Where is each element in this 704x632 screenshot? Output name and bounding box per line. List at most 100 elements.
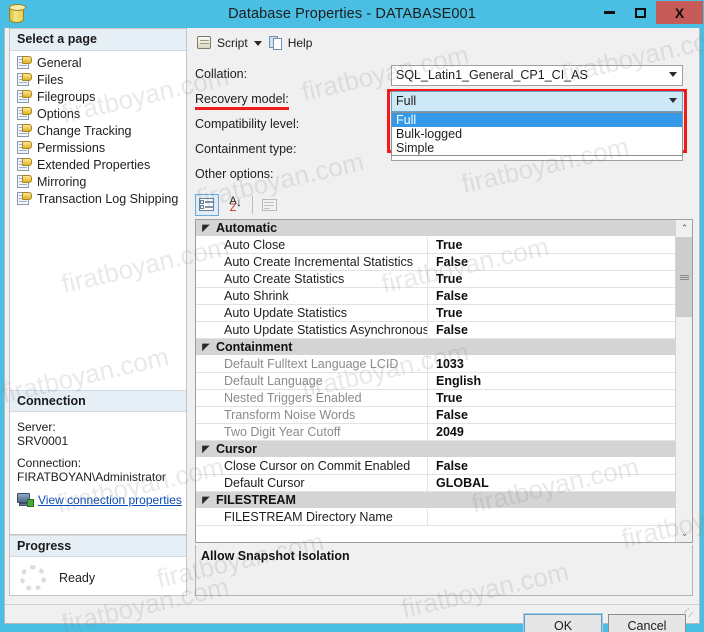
alphabetical-sort-button[interactable]: A Z ↓ (221, 194, 245, 216)
property-name: Transform Noise Words (223, 407, 428, 423)
table-row[interactable]: Auto Update Statistics Asynchronously Fa… (196, 322, 675, 339)
collapse-icon[interactable]: ◤ (196, 444, 216, 455)
collapse-icon[interactable]: ◤ (196, 223, 216, 234)
property-value[interactable]: True (428, 271, 675, 287)
property-name: FILESTREAM Directory Name (223, 509, 428, 525)
recovery-model-dropdown-list[interactable]: Full Bulk-logged Simple (391, 112, 683, 156)
description-panel: Allow Snapshot Isolation (195, 545, 693, 596)
scrollbar-thumb[interactable] (676, 237, 692, 317)
property-value[interactable]: 2049 (428, 424, 675, 440)
table-row[interactable]: Auto Close True (196, 237, 675, 254)
grid-group-label: Cursor (216, 442, 257, 456)
table-row[interactable]: Nested Triggers Enabled True (196, 390, 675, 407)
table-row[interactable]: Auto Update Statistics True (196, 305, 675, 322)
collapse-icon[interactable]: ◤ (196, 495, 216, 506)
table-row[interactable]: Auto Create Statistics True (196, 271, 675, 288)
other-options-label: Other options: (195, 167, 274, 181)
table-row[interactable]: Two Digit Year Cutoff 2049 (196, 424, 675, 441)
grid-group-cursor[interactable]: ◤ Cursor (196, 441, 675, 458)
property-value[interactable]: False (428, 254, 675, 270)
sidebar-item-label: Options (37, 106, 81, 121)
table-row[interactable]: Auto Shrink False (196, 288, 675, 305)
collation-value: SQL_Latin1_General_CP1_CI_AS (396, 68, 588, 82)
page-icon (17, 73, 32, 86)
property-value[interactable]: True (428, 237, 675, 253)
containment-type-label: Containment type: (195, 142, 297, 156)
table-row[interactable]: Auto Create Incremental Statistics False (196, 254, 675, 271)
script-button[interactable]: Script (196, 35, 248, 51)
property-value[interactable]: False (428, 288, 675, 304)
page-icon (17, 56, 32, 69)
grid-group-containment[interactable]: ◤ Containment (196, 339, 675, 356)
sidebar-item-general[interactable]: General (17, 54, 186, 71)
maximize-button[interactable] (625, 1, 656, 24)
property-name: Default Language (223, 373, 428, 389)
sidebar-item-permissions[interactable]: Permissions (17, 139, 186, 156)
scrollbar-grip-icon (680, 274, 689, 280)
resize-grip[interactable] (684, 608, 696, 620)
table-row[interactable]: FILESTREAM Directory Name (196, 509, 675, 526)
cancel-button[interactable]: Cancel (608, 614, 686, 632)
sidebar-item-transaction-log-shipping[interactable]: Transaction Log Shipping (17, 190, 186, 207)
close-button[interactable]: X (656, 1, 703, 24)
computer-icon (17, 493, 34, 507)
property-name: Auto Shrink (223, 288, 428, 304)
table-row[interactable]: Close Cursor on Commit Enabled False (196, 458, 675, 475)
property-grid-scrollbar[interactable]: ⌃ ⌄ (675, 220, 692, 542)
recovery-model-combo[interactable]: Full (391, 91, 683, 112)
dropdown-option-bulk-logged[interactable]: Bulk-logged (392, 127, 682, 141)
view-connection-properties-row[interactable]: View connection properties (17, 493, 186, 507)
progress-status: Ready (59, 571, 96, 585)
page-icon (17, 158, 32, 171)
categorized-view-button[interactable] (195, 194, 219, 216)
dropdown-option-simple[interactable]: Simple (392, 141, 682, 155)
table-row[interactable]: Transform Noise Words False (196, 407, 675, 424)
table-row[interactable]: Default Cursor GLOBAL (196, 475, 675, 492)
property-value[interactable]: False (428, 458, 675, 474)
property-grid-toolbar: A Z ↓ (195, 192, 693, 218)
scroll-up-button[interactable]: ⌃ (676, 220, 692, 237)
property-value[interactable] (428, 509, 675, 525)
help-button[interactable]: Help (268, 35, 312, 51)
property-name: Default Fulltext Language LCID (223, 356, 428, 372)
grid-group-label: FILESTREAM (216, 493, 296, 507)
sidebar-item-change-tracking[interactable]: Change Tracking (17, 122, 186, 139)
chevron-down-icon (669, 98, 677, 103)
grid-group-filestream[interactable]: ◤ FILESTREAM (196, 492, 675, 509)
property-value[interactable]: True (428, 390, 675, 406)
property-value[interactable]: False (428, 407, 675, 423)
sidebar-item-filegroups[interactable]: Filegroups (17, 88, 186, 105)
script-dropdown-icon[interactable] (253, 40, 262, 46)
collation-label: Collation: (195, 67, 248, 81)
scroll-down-button[interactable]: ⌄ (676, 525, 692, 542)
ok-button[interactable]: OK (523, 613, 603, 632)
view-connection-properties-link[interactable]: View connection properties (38, 493, 182, 507)
property-value[interactable]: False (428, 322, 675, 338)
script-icon (196, 35, 214, 51)
table-row[interactable]: Default Language English (196, 373, 675, 390)
property-value[interactable]: True (428, 305, 675, 321)
connection-body: Server: SRV0001 Connection: FIRATBOYAN\A… (10, 412, 186, 507)
compatibility-level-label: Compatibility level: (195, 117, 300, 131)
sidebar-item-files[interactable]: Files (17, 71, 186, 88)
property-grid[interactable]: ◤ Automatic Auto Close True Auto Create … (195, 219, 693, 543)
sidebar-item-extended-properties[interactable]: Extended Properties (17, 156, 186, 173)
minimize-icon (604, 11, 615, 14)
table-row[interactable]: Default Fulltext Language LCID 1033 (196, 356, 675, 373)
collation-combo[interactable]: SQL_Latin1_General_CP1_CI_AS (391, 65, 683, 86)
property-value[interactable]: 1033 (428, 356, 675, 372)
property-pages-button[interactable] (258, 194, 282, 216)
progress-header: Progress (10, 535, 186, 557)
collapse-icon[interactable]: ◤ (196, 342, 216, 353)
dropdown-option-full[interactable]: Full (392, 113, 682, 127)
minimize-button[interactable] (594, 1, 625, 24)
page-icon (17, 192, 32, 205)
sidebar-item-options[interactable]: Options (17, 105, 186, 122)
property-name: Auto Update Statistics Asynchronously (224, 322, 428, 338)
property-value[interactable]: English (428, 373, 675, 389)
content-panel: Script Help Collation: SQL_Latin1_Genera… (191, 28, 697, 596)
property-value[interactable]: GLOBAL (428, 475, 675, 491)
grid-group-automatic[interactable]: ◤ Automatic (196, 220, 675, 237)
sidebar-item-mirroring[interactable]: Mirroring (17, 173, 186, 190)
dialog-toolbar: Script Help (191, 28, 697, 58)
